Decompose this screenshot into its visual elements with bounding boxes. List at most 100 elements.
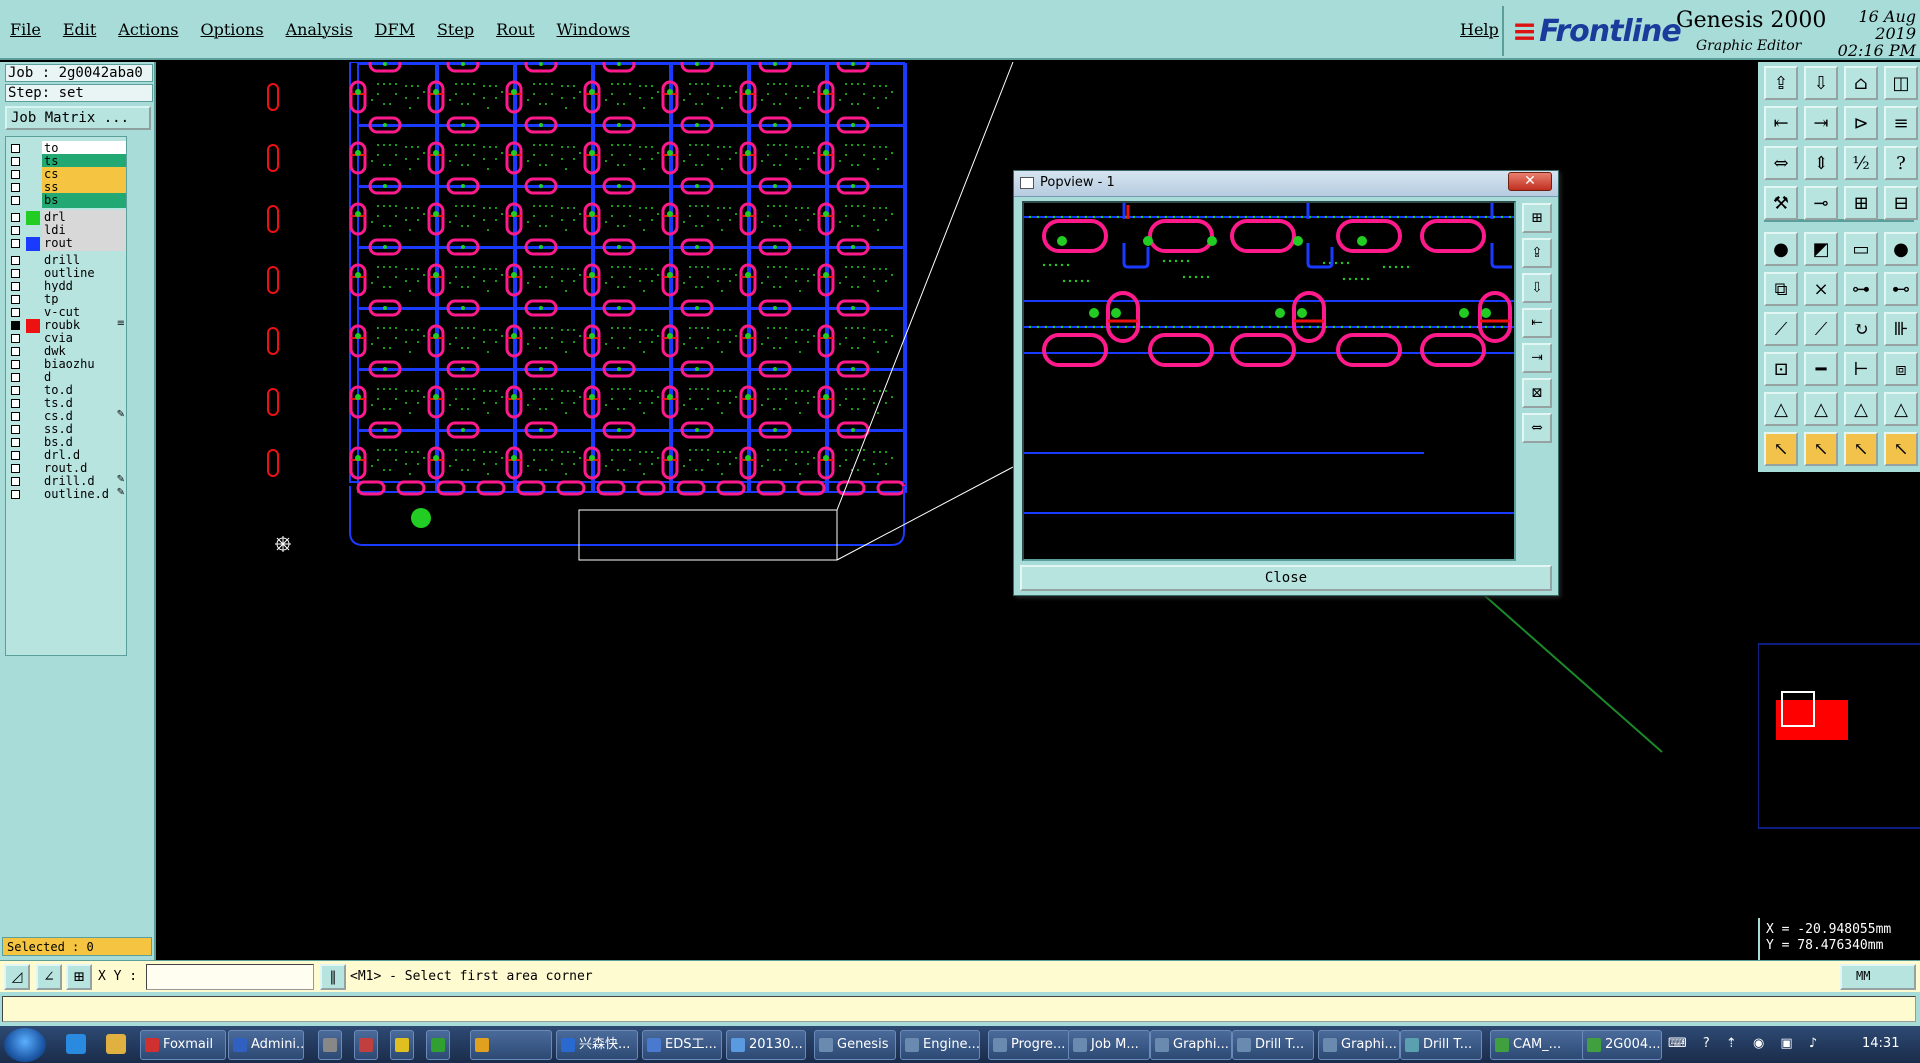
taskbar-item[interactable]	[390, 1030, 414, 1060]
layer-checkbox[interactable]	[11, 308, 20, 317]
layer-color-swatch[interactable]	[26, 194, 40, 208]
menu-step[interactable]: Step	[437, 20, 474, 39]
taskbar-item[interactable]: CAM_...	[1490, 1030, 1586, 1060]
popview-up-icon[interactable]: ⇪	[1522, 238, 1552, 268]
layer-checkbox[interactable]	[11, 451, 20, 460]
layer-checkbox[interactable]	[11, 425, 20, 434]
measure-icon[interactable]: ▭	[1844, 232, 1878, 266]
popview-pan-icon[interactable]: ⇔	[1522, 413, 1552, 443]
layer-checkbox[interactable]	[11, 213, 20, 222]
xy-input[interactable]	[146, 964, 314, 990]
split-icon[interactable]: ⊪	[1884, 312, 1918, 346]
taskbar-item[interactable]: Drill T...	[1232, 1030, 1314, 1060]
pad-icon[interactable]: ●	[1764, 232, 1798, 266]
layer-checkbox[interactable]	[11, 399, 20, 408]
layers-icon[interactable]: ⊟	[1884, 186, 1918, 220]
taskbar-item[interactable]: Foxmail	[140, 1030, 226, 1060]
layer-checkbox[interactable]	[11, 144, 20, 153]
popview-left-icon[interactable]: ⇤	[1522, 308, 1552, 338]
layer-name[interactable]: bs	[42, 193, 126, 208]
taskbar-item[interactable]: 2G004...	[1582, 1030, 1662, 1060]
taskbar-item[interactable]: Graphi...	[1150, 1030, 1232, 1060]
menu-edit[interactable]: Edit	[63, 20, 96, 39]
taskbar-item[interactable]: 20130...	[726, 1030, 806, 1060]
pointer-icon[interactable]: ↖	[1764, 432, 1798, 466]
menu-file[interactable]: File	[10, 20, 41, 39]
taskbar-item[interactable]: Admini...	[228, 1030, 304, 1060]
prev-icon[interactable]: ⇤	[1764, 106, 1798, 140]
layer-checkbox[interactable]	[11, 226, 20, 235]
rotate-icon[interactable]: ↻	[1844, 312, 1878, 346]
layer-checkbox[interactable]	[11, 157, 20, 166]
popview-grid-icon[interactable]: ⊞	[1522, 203, 1552, 233]
popview-titlebar[interactable]: Popview - 1 ✕	[1014, 171, 1558, 197]
menu-options[interactable]: Options	[201, 20, 264, 39]
layer-checkbox[interactable]	[11, 373, 20, 382]
overview-navigator[interactable]	[1757, 472, 1920, 918]
pointer-icon[interactable]: ↖	[1884, 432, 1918, 466]
layer-checkbox[interactable]	[11, 239, 20, 248]
layer-icon[interactable]: ⊞	[1844, 186, 1878, 220]
slash-icon[interactable]: ⟋	[1764, 312, 1798, 346]
layer-name[interactable]: rout	[42, 236, 126, 251]
menu-help[interactable]: Help	[1460, 20, 1499, 39]
taskbar-item[interactable]: Job M...	[1068, 1030, 1150, 1060]
popview-down-icon[interactable]: ⇩	[1522, 273, 1552, 303]
cross-icon[interactable]: ⨯	[1804, 272, 1838, 306]
layer-name[interactable]: outline.d	[42, 487, 126, 502]
taskbar-item[interactable]	[354, 1030, 378, 1060]
grid-icon[interactable]: ⊞	[66, 964, 92, 990]
start-button[interactable]	[4, 1028, 46, 1062]
ie-icon[interactable]	[66, 1034, 86, 1054]
dash-icon[interactable]: ━	[1804, 352, 1838, 386]
menu-analysis[interactable]: Analysis	[286, 20, 353, 39]
popview-close-button[interactable]: Close	[1020, 565, 1552, 591]
unit-selector[interactable]: MM	[1840, 964, 1916, 990]
taskbar-item[interactable]: EDS工...	[642, 1030, 722, 1060]
angle-icon[interactable]: ∠	[36, 964, 62, 990]
menu-windows[interactable]: Windows	[557, 20, 630, 39]
pause-icon[interactable]: ‖	[320, 964, 346, 990]
popview-right-icon[interactable]: ⇥	[1522, 343, 1552, 373]
taskbar-item[interactable]	[318, 1030, 342, 1060]
layer-checkbox[interactable]	[11, 282, 20, 291]
home-icon[interactable]: ⌂	[1844, 66, 1878, 100]
snap-icon[interactable]: ◩	[1804, 232, 1838, 266]
taskbar-item[interactable]: Graphi...	[1318, 1030, 1400, 1060]
window-icon[interactable]: ◫	[1884, 66, 1918, 100]
taskbar-item[interactable]: Progre...	[988, 1030, 1070, 1060]
probe-icon[interactable]: ⊸	[1804, 186, 1838, 220]
help-icon[interactable]: ?	[1884, 146, 1918, 180]
layer-checkbox[interactable]	[11, 412, 20, 421]
select-icon[interactable]: ⊡	[1764, 352, 1798, 386]
layer-color-swatch[interactable]	[26, 488, 40, 502]
message-field[interactable]	[2, 996, 1916, 1022]
pointer-icon[interactable]: ↖	[1804, 432, 1838, 466]
zoom-h-icon[interactable]: ⇔	[1764, 146, 1798, 180]
layer-row[interactable]: rout	[6, 236, 128, 252]
circle-icon[interactable]: ●	[1884, 232, 1918, 266]
layer-color-swatch[interactable]	[26, 237, 40, 251]
layer-checkbox[interactable]	[11, 269, 20, 278]
taskbar-item[interactable]	[470, 1030, 552, 1060]
layer-checkbox[interactable]	[11, 183, 20, 192]
layer-checkbox[interactable]	[11, 347, 20, 356]
move-icon[interactable]: ⇪	[1764, 66, 1798, 100]
layer-checkbox[interactable]	[11, 295, 20, 304]
job-matrix-button[interactable]: Job Matrix ...	[5, 106, 151, 130]
zoom-v-icon[interactable]: ⇕	[1804, 146, 1838, 180]
layer-checkbox[interactable]	[11, 464, 20, 473]
snap-icon[interactable]: ◿	[4, 964, 30, 990]
copy-icon[interactable]: ⇩	[1804, 66, 1838, 100]
layer-checkbox[interactable]	[11, 438, 20, 447]
triangle-icon[interactable]: △	[1804, 392, 1838, 426]
layer-checkbox[interactable]	[11, 256, 20, 265]
popview-fit-icon[interactable]: ⊠	[1522, 378, 1552, 408]
taskbar-item[interactable]: Engine...	[900, 1030, 980, 1060]
triangle-icon[interactable]: △	[1764, 392, 1798, 426]
next-icon[interactable]: ⇥	[1804, 106, 1838, 140]
layer-checkbox[interactable]	[11, 360, 20, 369]
bracket-icon[interactable]: ⊢	[1844, 352, 1878, 386]
system-tray[interactable]: ⌨ ? ⇡ ◉ ▣ ♪	[1668, 1036, 1823, 1051]
pointer-icon[interactable]: ↖	[1844, 432, 1878, 466]
